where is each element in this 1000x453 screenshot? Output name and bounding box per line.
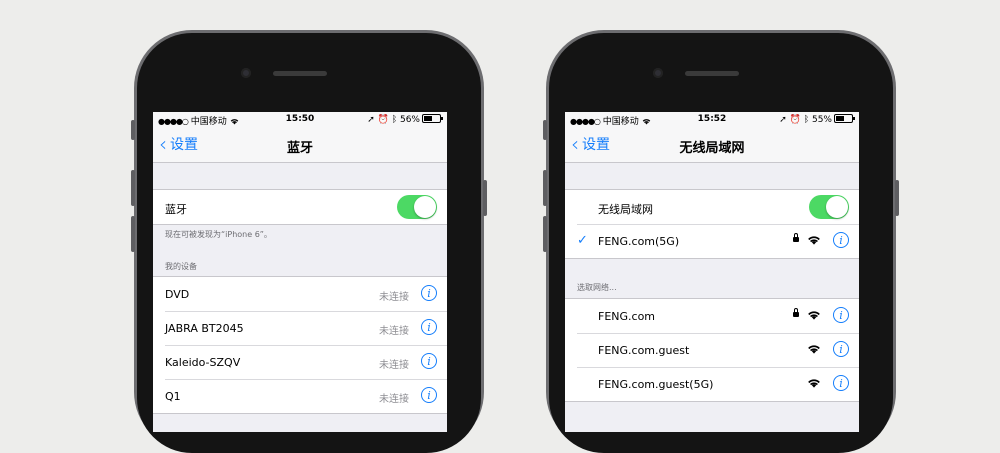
status-bar: ●●●●○ 中国移动 15:52 ➚ ⏰ ᛒ 55% xyxy=(565,112,859,128)
power-button xyxy=(895,180,899,216)
alarm-icon: ⏰ xyxy=(377,115,389,125)
device-name: Q1 xyxy=(165,390,181,403)
wifi-toggle-row: 无线局域网 xyxy=(565,190,859,224)
front-camera xyxy=(653,68,663,78)
earpiece-speaker xyxy=(685,71,739,76)
power-button xyxy=(483,180,487,216)
list-item[interactable]: FENG.com.guest i xyxy=(565,333,859,367)
toggle-label: 蓝牙 xyxy=(165,203,187,216)
device-name: Kaleido-SZQV xyxy=(165,356,241,369)
screen: ●●●●○ 中国移动 15:52 ➚ ⏰ ᛒ 55% ‹ 设置 无线局域网 无线局… xyxy=(565,112,859,432)
switch-knob xyxy=(826,196,848,218)
info-icon[interactable]: i xyxy=(421,353,437,369)
wifi-switch[interactable] xyxy=(809,195,849,219)
phone-bluetooth: ●●●●○ 中国移动 15:50 ➚ ⏰ ᛒ 56% ‹ 设置 蓝牙 蓝牙 现在可… xyxy=(131,30,487,453)
front-camera xyxy=(241,68,251,78)
info-icon[interactable]: i xyxy=(833,307,849,323)
wifi-signal-icon xyxy=(808,236,820,245)
bluetooth-toggle-row: 蓝牙 xyxy=(153,190,447,224)
networks-list: FENG.com i FENG.com.guest i FENG.com.gue… xyxy=(565,298,859,402)
lock-icon xyxy=(793,308,799,317)
wifi-signal-icon xyxy=(808,345,820,354)
phone-wifi: ●●●●○ 中国移动 15:52 ➚ ⏰ ᛒ 55% ‹ 设置 无线局域网 无线局… xyxy=(543,30,899,453)
network-name: FENG.com.guest(5G) xyxy=(598,378,714,391)
switch-knob xyxy=(414,196,436,218)
wifi-signal-icon xyxy=(808,379,820,388)
device-status: 未连接 xyxy=(379,292,409,303)
device-name: JABRA BT2045 xyxy=(165,322,244,335)
bluetooth-status-icon: ᛒ xyxy=(391,115,398,125)
side-button xyxy=(131,170,135,206)
info-icon[interactable]: i xyxy=(833,341,849,357)
bluetooth-status-icon: ᛒ xyxy=(803,115,810,125)
device-name: DVD xyxy=(165,288,190,301)
checkmark-icon: ✓ xyxy=(577,233,588,248)
toggle-label: 无线局域网 xyxy=(598,203,653,216)
lock-icon xyxy=(793,233,799,242)
page-title: 无线局域网 xyxy=(679,141,745,156)
side-button xyxy=(131,216,135,252)
battery-icon xyxy=(834,114,855,123)
info-icon[interactable]: i xyxy=(421,387,437,403)
nav-bar: ‹ 设置 蓝牙 xyxy=(153,128,447,163)
page-title: 蓝牙 xyxy=(286,141,313,156)
status-bar: ●●●●○ 中国移动 15:50 ➚ ⏰ ᛒ 56% xyxy=(153,112,447,128)
status-right: ➚ ⏰ ᛒ 56% xyxy=(367,114,443,125)
devices-list: DVD 未连接 i JABRA BT2045 未连接 i Kaleido-SZQ… xyxy=(153,276,447,414)
devices-header: 我的设备 xyxy=(165,262,197,271)
location-icon: ➚ xyxy=(367,115,375,125)
screen: ●●●●○ 中国移动 15:50 ➚ ⏰ ᛒ 56% ‹ 设置 蓝牙 蓝牙 现在可… xyxy=(153,112,447,432)
device-status: 未连接 xyxy=(379,394,409,405)
side-button xyxy=(543,170,547,206)
side-button xyxy=(543,216,547,252)
list-item[interactable]: FENG.com.guest(5G) i xyxy=(565,367,859,401)
list-item[interactable]: FENG.com i xyxy=(565,299,859,333)
list-item[interactable]: Q1 未连接 i xyxy=(153,379,447,413)
info-icon[interactable]: i xyxy=(421,319,437,335)
info-icon[interactable]: i xyxy=(421,285,437,301)
nav-bar: ‹ 设置 无线局域网 xyxy=(565,128,859,163)
status-right: ➚ ⏰ ᛒ 55% xyxy=(779,114,855,125)
earpiece-speaker xyxy=(273,71,327,76)
choose-network-header: 选取网络... xyxy=(577,283,617,292)
battery-icon xyxy=(422,114,443,123)
battery-percent: 56% xyxy=(399,115,420,125)
connected-network-row[interactable]: ✓ FENG.com(5G) i xyxy=(565,224,859,258)
network-name: FENG.com xyxy=(598,310,656,323)
list-item[interactable]: Kaleido-SZQV 未连接 i xyxy=(153,345,447,379)
battery-percent: 55% xyxy=(811,115,832,125)
device-status: 未连接 xyxy=(379,360,409,371)
network-name: FENG.com(5G) xyxy=(598,235,680,248)
location-icon: ➚ xyxy=(779,115,787,125)
bluetooth-switch[interactable] xyxy=(397,195,437,219)
list-item[interactable]: DVD 未连接 i xyxy=(153,277,447,311)
info-icon[interactable]: i xyxy=(833,232,849,248)
battery-fill xyxy=(836,116,845,121)
side-button xyxy=(131,120,135,140)
list-item[interactable]: JABRA BT2045 未连接 i xyxy=(153,311,447,345)
bluetooth-toggle-group: 蓝牙 xyxy=(153,189,447,225)
wifi-toggle-group: 无线局域网 ✓ FENG.com(5G) i xyxy=(565,189,859,259)
battery-fill xyxy=(424,116,433,121)
info-icon[interactable]: i xyxy=(833,375,849,391)
device-status: 未连接 xyxy=(379,326,409,337)
alarm-icon: ⏰ xyxy=(789,115,801,125)
network-name: FENG.com.guest xyxy=(598,344,690,357)
discoverable-note: 现在可被发现为“iPhone 6”。 xyxy=(165,230,272,239)
wifi-signal-icon xyxy=(808,311,820,320)
side-button xyxy=(543,120,547,140)
